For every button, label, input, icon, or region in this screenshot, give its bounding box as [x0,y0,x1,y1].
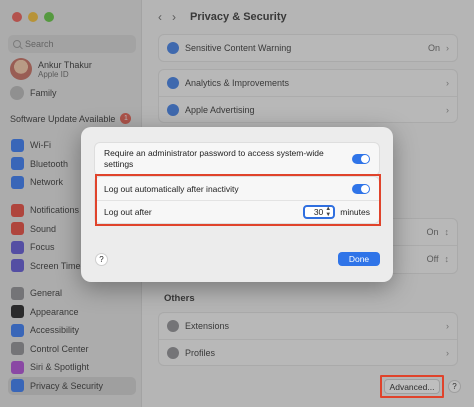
admin-password-row: Require an administrator password to acc… [95,143,379,175]
auto-logout-highlight [95,174,381,226]
advanced-button-highlight [380,375,444,398]
admin-password-card: Require an administrator password to acc… [94,142,380,176]
dialog-help-button[interactable]: ? [95,253,108,266]
done-button[interactable]: Done [338,252,380,266]
admin-password-toggle[interactable] [352,154,370,164]
admin-password-label: Require an administrator password to acc… [104,148,324,169]
